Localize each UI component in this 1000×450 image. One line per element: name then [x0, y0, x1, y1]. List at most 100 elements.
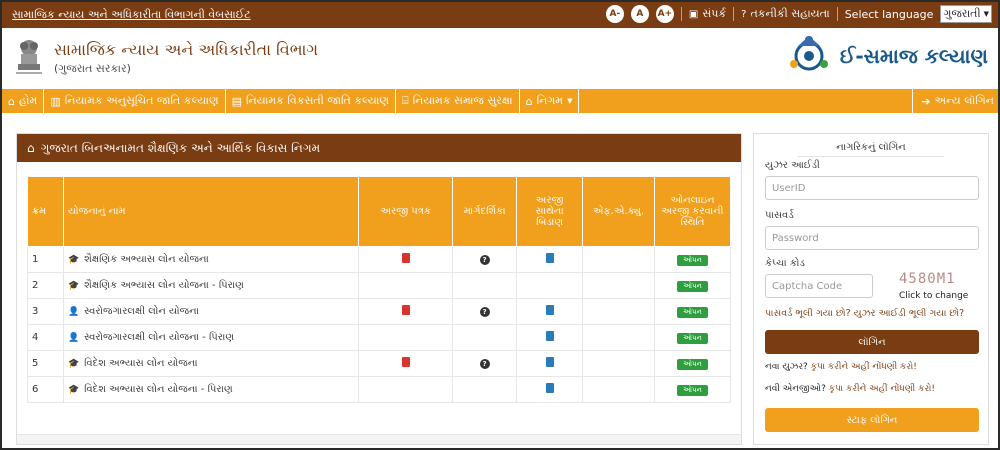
- scheme-name[interactable]: સ્વરોજગારલક્ષી લોન યોજના - પિરાણ: [84, 332, 234, 343]
- nav-item-sc-welfare[interactable]: ▥ નિયામક અનુસૂચિત જાતિ કલ્યાણ: [44, 89, 226, 113]
- question-circle-icon[interactable]: ?: [479, 255, 490, 265]
- nav-item-label: નિયામક વિકસતી જાતિ કલ્યાણ: [246, 94, 390, 107]
- captcha-label: કેપ્ચા કોડ: [765, 258, 805, 269]
- pdf-icon[interactable]: [401, 357, 410, 367]
- staff-login-button[interactable]: સ્ટાફ લૉગિન: [765, 408, 979, 432]
- table-row: 2 🎓 શૈક્ષણિક અભ્યાસ લોન યોજના - પિરાણ ઓપ…: [27, 272, 731, 299]
- caret-down-icon: ▼: [567, 97, 573, 105]
- attachment-cell: [516, 298, 584, 325]
- nav-item-nigam[interactable]: ⌂ નિગમ ▼: [520, 89, 580, 113]
- font-normal-button[interactable]: A: [630, 5, 649, 23]
- chevron-down-icon: ▼: [983, 10, 989, 18]
- document-icon[interactable]: [545, 253, 554, 263]
- status-badge: ઓપન: [677, 280, 708, 292]
- scheme-name[interactable]: વિદેશ અભ્યાસ લોન યોજના: [84, 358, 197, 369]
- question-circle-icon[interactable]: ?: [479, 307, 490, 317]
- top-bar-tools: A- A A+ ▣ સંપર્ક ? તકનીકી સહાયતા Select …: [605, 5, 992, 23]
- status-badge: ઓપન: [677, 254, 708, 266]
- col-header: યોજનાનું નામ: [62, 176, 360, 247]
- table-header-row: ક્રમ યોજનાનું નામ અરજી પત્રક માર્ગદર્શિક…: [27, 176, 731, 247]
- form-cell: [358, 246, 454, 273]
- guide-cell: [452, 272, 518, 299]
- new-user-register[interactable]: નવા યુઝર? કૃપા કરીને અહીં નોંધણી કરો!: [765, 362, 917, 372]
- scheme-name-cell: 👤 સ્વરોજગારલક્ષી લોન યોજના: [62, 298, 360, 325]
- divider: [733, 7, 735, 21]
- scheme-name-cell: 🎓 શૈક્ષણિક અભ્યાસ લોન યોજના: [62, 246, 360, 273]
- nav-item-label: નિયામક અનુસૂચિત જાતિ કલ્યાણ: [64, 94, 219, 107]
- scheme-table: ક્રમ યોજનાનું નામ અરજી પત્રક માર્ગદર્શિક…: [27, 176, 731, 403]
- userid-input[interactable]: UserID: [765, 176, 979, 200]
- document-icon[interactable]: [545, 357, 554, 367]
- building-icon: ▥: [50, 94, 61, 108]
- dept-subtitle: (ગુજરાત સરકાર): [54, 62, 131, 75]
- form-cell: [358, 376, 454, 403]
- captcha-image[interactable]: 4580M1: [899, 271, 956, 287]
- password-input[interactable]: Password: [765, 226, 979, 250]
- other-login-label: અન્ય લૉગિન: [934, 94, 995, 107]
- document-icon[interactable]: [545, 305, 554, 315]
- table-row: 4 👤 સ્વરોજગારલક્ષી લોન યોજના - પિરાણ ઓપન: [27, 324, 731, 351]
- scheme-name[interactable]: સ્વરોજગારલક્ષી લોન યોજના: [84, 306, 199, 317]
- document-icon[interactable]: [545, 331, 554, 341]
- nav-item-dev-caste-welfare[interactable]: ▤ નિયામક વિકસતી જાતિ કલ્યાણ: [226, 89, 397, 113]
- forgot-credentials-link[interactable]: પાસવર્ડ ભૂલી ગયા છો? યુઝર આઈડી ભૂલી ગયા …: [765, 308, 964, 319]
- nav-item-social-security[interactable]: ⌸ નિયામક સમાજ સુરક્ષા: [396, 89, 520, 113]
- dept-website-link[interactable]: સામાજિક ન્યાય અને અધિકારીતા વિભાગની વેબસ…: [12, 8, 251, 22]
- new-ngo-register[interactable]: નવી એનજીઓ? કૃપા કરીને અહીં નોંધણી કરો!: [765, 384, 935, 394]
- attachment-cell: [516, 350, 584, 377]
- sign-in-icon: ➜: [921, 94, 931, 108]
- question-circle-icon[interactable]: ?: [479, 359, 490, 369]
- scheme-name[interactable]: શૈક્ષણિક અભ્યાસ લોન યોજના - પિરાણ: [84, 280, 244, 291]
- captcha-input[interactable]: Captcha Code: [765, 274, 873, 298]
- login-panel: નાગરિકનું લૉગિન યુઝર આઈડી UserID પાસવર્ડ…: [753, 133, 989, 445]
- divider: [680, 7, 682, 21]
- pdf-icon[interactable]: [401, 253, 410, 263]
- graduate-icon: 🎓: [67, 358, 80, 369]
- help-link[interactable]: ? તકનીકી સહાયતા: [741, 7, 830, 21]
- panel-title: ગુજરાત બિનઅનામત શૈક્ષણિક અને આર્થિક વિકા…: [40, 140, 321, 155]
- scheme-name[interactable]: શૈક્ષણિક અભ્યાસ લોન યોજના: [84, 254, 209, 265]
- graduate-icon: 🎓: [67, 384, 80, 395]
- table-row: 1 🎓 શૈક્ષણિક અભ્યાસ લોન યોજના ? ઓપન: [27, 246, 731, 273]
- language-select[interactable]: ગુજરાતી ▼: [940, 5, 992, 23]
- font-decrease-button[interactable]: A-: [605, 5, 624, 23]
- scheme-name-cell: 👤 સ્વરોજગારલક્ષી લોન યોજના - પિરાણ: [62, 324, 360, 351]
- pdf-icon[interactable]: [401, 305, 410, 315]
- scheme-panel: ⌂ ગુજરાત બિનઅનામત શૈક્ષણિક અને આર્થિક વિ…: [16, 133, 742, 445]
- faq-cell: [582, 350, 655, 377]
- dept-title: સામાજિક ન્યાય અને અધિકારીતા વિભાગ: [54, 40, 319, 59]
- contact-link[interactable]: ▣ સંપર્ક: [689, 7, 726, 21]
- divider: [798, 156, 944, 157]
- nav-item-home[interactable]: ⌂ હોમ: [2, 89, 45, 113]
- brand-logo: ઈ-સમાજ કલ્યાણ: [784, 32, 988, 80]
- col-header: અરજી પત્રક: [358, 176, 454, 247]
- state-emblem-icon: [16, 40, 42, 74]
- new-user-register-link[interactable]: કૃપા કરીને અહીં નોંધણી કરો!: [811, 362, 917, 372]
- nav-item-label: હોમ: [18, 94, 38, 107]
- captcha-refresh-link[interactable]: Click to change: [899, 291, 968, 301]
- guide-cell: ?: [452, 246, 518, 273]
- font-increase-button[interactable]: A+: [655, 5, 674, 23]
- new-ngo-question: નવી એનજીઓ?: [765, 384, 826, 394]
- panel-header: ⌂ ગુજરાત બિનઅનામત શૈક્ષણિક અને આર્થિક વિ…: [17, 134, 741, 162]
- faq-cell: [582, 324, 655, 351]
- new-ngo-register-link[interactable]: કૃપા કરીને અહીં નોંધણી કરો!: [829, 384, 935, 394]
- row-number: 4: [27, 324, 64, 351]
- login-button[interactable]: લૉગિન: [765, 330, 979, 354]
- scheme-name-cell: 🎓 વિદેશ અભ્યાસ લોન યોજના: [62, 350, 360, 377]
- faq-cell: [582, 246, 655, 273]
- guide-cell: ?: [452, 350, 518, 377]
- col-header: એફ.એ.ક્યુ.: [582, 176, 655, 247]
- other-login-link[interactable]: ➜ અન્ય લૉગિન: [912, 89, 994, 113]
- faq-cell: [582, 272, 655, 299]
- form-cell: [358, 324, 454, 351]
- status-badge: ઓપન: [677, 306, 708, 318]
- status-badge: ઓપન: [677, 332, 708, 344]
- table-row: 6 🎓 વિદેશ અભ્યાસ લોન યોજના - પિરાણ ઓપન: [27, 376, 731, 403]
- graduate-icon: 🎓: [67, 254, 80, 265]
- page-frame: સામાજિક ન્યાય અને અધિકારીતા વિભાગની વેબસ…: [0, 0, 1000, 450]
- document-icon[interactable]: [545, 383, 554, 393]
- select-language-label: Select language: [844, 7, 934, 21]
- col-header: ક્રમ: [27, 176, 64, 247]
- scheme-name[interactable]: વિદેશ અભ્યાસ લોન યોજના - પિરાણ: [84, 384, 233, 395]
